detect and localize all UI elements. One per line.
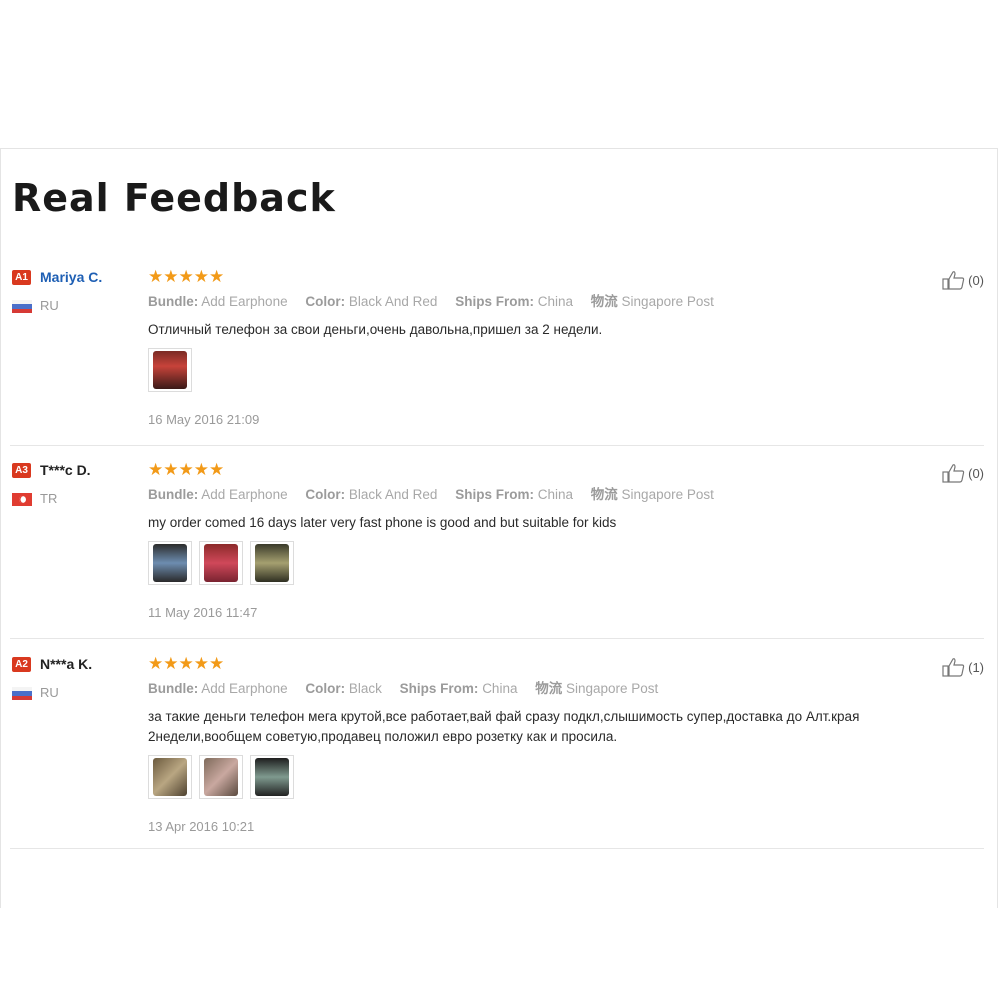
helpful-count: (1) [968, 659, 984, 675]
shipping-label: 物流 [535, 681, 563, 696]
ships-from-label: Ships From: [399, 681, 479, 696]
page-title: Real Feedback [12, 176, 336, 220]
buyer-level-badge: A1 [12, 270, 31, 285]
turkey-flag-icon [12, 493, 32, 506]
helpful-count: (0) [968, 465, 984, 481]
review-date: 11 May 2016 11:47 [148, 605, 258, 620]
shipping-label: 物流 [590, 487, 618, 502]
photo-icon [153, 758, 187, 796]
phone-photo-icon [204, 544, 238, 582]
buyer-country: RU [40, 298, 59, 313]
buyer-name: N***a K. [40, 656, 93, 672]
thumbs-up-icon [942, 271, 965, 290]
color-label: Color: [305, 681, 346, 696]
buyer-name-link[interactable]: Mariya C. [40, 269, 102, 286]
phone-photo-icon [255, 544, 289, 582]
review-photos [148, 755, 301, 799]
bundle-label: Bundle: [148, 487, 199, 502]
buyer-level-badge: A3 [12, 463, 31, 478]
bundle-value: Add Earphone [201, 294, 288, 309]
phone-photo-icon [153, 544, 187, 582]
review-photo-thumbnail[interactable] [199, 541, 243, 585]
review-date: 16 May 2016 21:09 [148, 412, 260, 427]
thumbs-up-icon [942, 464, 965, 483]
ships-from-label: Ships From: [455, 487, 534, 502]
buyer-name: T***c D. [40, 462, 91, 478]
review-photos [148, 541, 301, 585]
phone-photo-icon [153, 351, 187, 389]
order-details: Bundle: Add Earphone Color: Black Ships … [148, 680, 672, 698]
color-label: Color: [305, 487, 346, 502]
review-text-line: 2недели,вообщем советую,продавец положил… [148, 729, 618, 744]
thumbs-up-icon [942, 658, 965, 677]
bundle-value: Add Earphone [201, 487, 288, 502]
review-photo-thumbnail[interactable] [148, 541, 192, 585]
review-item: A3 T***c D. TR ★★★★★ Bundle: Add Earphon… [10, 460, 984, 639]
helpful-button[interactable]: (0) [942, 463, 984, 483]
bundle-label: Bundle: [148, 294, 199, 309]
review-text: my order comed 16 days later very fast p… [148, 513, 616, 533]
review-item: A1 Mariya C. RU ★★★★★ Bundle: Add Earpho… [10, 267, 984, 446]
color-value: Black And Red [348, 487, 438, 502]
review-item: A2 N***a K. RU ★★★★★ Bundle: Add Earphon… [10, 654, 984, 849]
review-text-line: Отличный телефон за свои деньги,очень да… [148, 322, 603, 337]
ships-from-value: China [537, 487, 574, 502]
russia-flag-icon [12, 687, 32, 700]
review-text-line: my order comed 16 days later very fast p… [148, 515, 617, 530]
review-photo-thumbnail[interactable] [148, 348, 192, 392]
review-photos [148, 348, 199, 392]
shipping-value: Singapore Post [621, 294, 714, 309]
color-value: Black And Red [348, 294, 438, 309]
order-details: Bundle: Add Earphone Color: Black And Re… [148, 293, 728, 311]
review-text-line: за такие деньги телефон мега крутой,все … [148, 709, 860, 724]
buyer-country: RU [40, 685, 59, 700]
bundle-value: Add Earphone [201, 681, 288, 696]
helpful-button[interactable]: (1) [942, 657, 984, 677]
shipping-value: Singapore Post [566, 681, 659, 696]
review-photo-thumbnail[interactable] [199, 755, 243, 799]
ships-from-value: China [482, 681, 518, 696]
buyer-country: TR [40, 491, 58, 506]
ships-from-label: Ships From: [455, 294, 534, 309]
star-rating: ★★★★★ [148, 654, 225, 673]
shipping-label: 物流 [590, 294, 618, 309]
photo-icon [204, 758, 238, 796]
bundle-label: Bundle: [148, 681, 199, 696]
review-photo-thumbnail[interactable] [250, 755, 294, 799]
star-rating: ★★★★★ [148, 267, 225, 286]
review-date: 13 Apr 2016 10:21 [148, 819, 255, 834]
review-photo-thumbnail[interactable] [148, 755, 192, 799]
russia-flag-icon [12, 300, 32, 313]
order-details: Bundle: Add Earphone Color: Black And Re… [148, 486, 728, 504]
shipping-value: Singapore Post [621, 487, 714, 502]
helpful-count: (0) [968, 272, 984, 288]
color-value: Black [348, 681, 382, 696]
helpful-button[interactable]: (0) [942, 270, 984, 290]
review-text: за такие деньги телефон мега крутой,все … [148, 707, 859, 747]
review-photo-thumbnail[interactable] [250, 541, 294, 585]
phone-photo-icon [255, 758, 289, 796]
star-rating: ★★★★★ [148, 460, 225, 479]
ships-from-value: China [537, 294, 574, 309]
color-label: Color: [305, 294, 346, 309]
buyer-level-badge: A2 [12, 657, 31, 672]
review-text: Отличный телефон за свои деньги,очень да… [148, 320, 602, 340]
